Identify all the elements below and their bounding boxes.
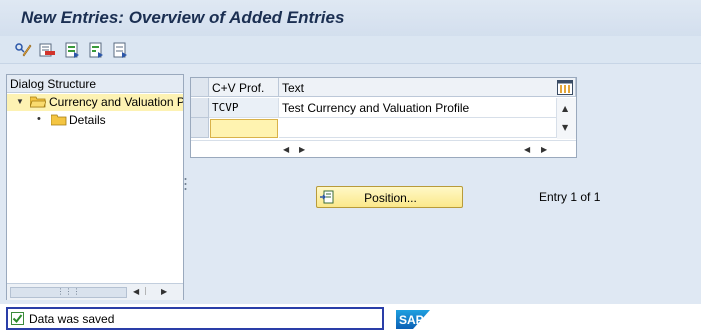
table-settings-icon[interactable] <box>557 80 573 95</box>
dialog-structure-header: Dialog Structure <box>7 75 183 93</box>
sap-logo: SAP <box>396 310 430 329</box>
expand-arrow-icon[interactable]: ▼ <box>16 97 24 106</box>
scroll-right-icon[interactable]: ▶ <box>161 287 167 296</box>
position-button-label: Position... <box>364 191 417 205</box>
page-title: New Entries: Overview of Added Entries <box>21 8 345 27</box>
folder-icon <box>51 114 67 126</box>
application-toolbar <box>0 36 701 64</box>
title-bar: New Entries: Overview of Added Entries <box>0 0 701 36</box>
entries-table: C+V Prof. Text TCVP Test Currency and Va… <box>190 77 577 158</box>
scroll-down-icon[interactable]: ▼ <box>562 123 568 132</box>
success-check-icon <box>11 312 24 325</box>
horizontal-scrollbar[interactable]: ⋮⋮⋮ ◀ | ▶ <box>7 283 183 300</box>
select-block-icon[interactable] <box>87 41 105 59</box>
select-all-icon[interactable] <box>63 41 81 59</box>
table-cell-cv-prof[interactable]: TCVP <box>209 98 279 118</box>
display-change-icon[interactable] <box>14 41 32 59</box>
table-cell-text[interactable]: Test Currency and Valuation Profile <box>279 98 557 118</box>
folder-open-icon <box>30 96 46 108</box>
scrollbar-thumb[interactable]: ⋮⋮⋮ <box>10 287 127 298</box>
dialog-structure-panel: Dialog Structure ▼ Currency and Valuatio… <box>6 74 184 300</box>
separator: | <box>144 286 147 295</box>
row-selector[interactable] <box>191 98 209 118</box>
row-selector[interactable] <box>191 118 209 138</box>
scroll-right-icon[interactable]: ▶ <box>299 145 305 154</box>
splitter-handle[interactable] <box>184 176 187 196</box>
position-button[interactable]: Position... <box>316 186 463 208</box>
status-message: Data was saved <box>29 312 115 326</box>
deselect-all-icon[interactable] <box>111 41 129 59</box>
tree-item-label: Details <box>69 113 106 127</box>
tree-item-currency-valuation[interactable]: ▼ Currency and Valuation Profile <box>7 94 183 111</box>
vertical-scrollbar[interactable]: ▲ ▼ <box>557 98 576 139</box>
table-horizontal-scroll: ◀ ▶ ◀ ▶ <box>191 140 576 157</box>
scroll-left-icon[interactable]: ◀ <box>133 287 139 296</box>
tree-item-details[interactable]: • Details <box>7 112 183 129</box>
column-header-text[interactable]: Text <box>279 78 576 97</box>
tree-bullet: • <box>37 113 41 125</box>
scroll-left-icon[interactable]: ◀ <box>283 145 289 154</box>
svg-text:SAP: SAP <box>399 313 424 327</box>
cv-prof-input[interactable] <box>210 119 278 138</box>
column-header-cv-prof[interactable]: C+V Prof. <box>209 78 279 97</box>
scroll-up-icon[interactable]: ▲ <box>562 104 568 113</box>
tree-item-label: Currency and Valuation Profile <box>49 95 183 109</box>
delete-row-icon[interactable] <box>38 41 56 59</box>
text-input[interactable] <box>279 118 557 138</box>
scroll-left-icon[interactable]: ◀ <box>524 145 530 154</box>
entry-counter: Entry 1 of 1 <box>539 190 601 204</box>
scroll-right-icon[interactable]: ▶ <box>541 145 547 154</box>
status-bar[interactable]: Data was saved <box>6 307 384 330</box>
select-all-cell[interactable] <box>191 78 209 97</box>
